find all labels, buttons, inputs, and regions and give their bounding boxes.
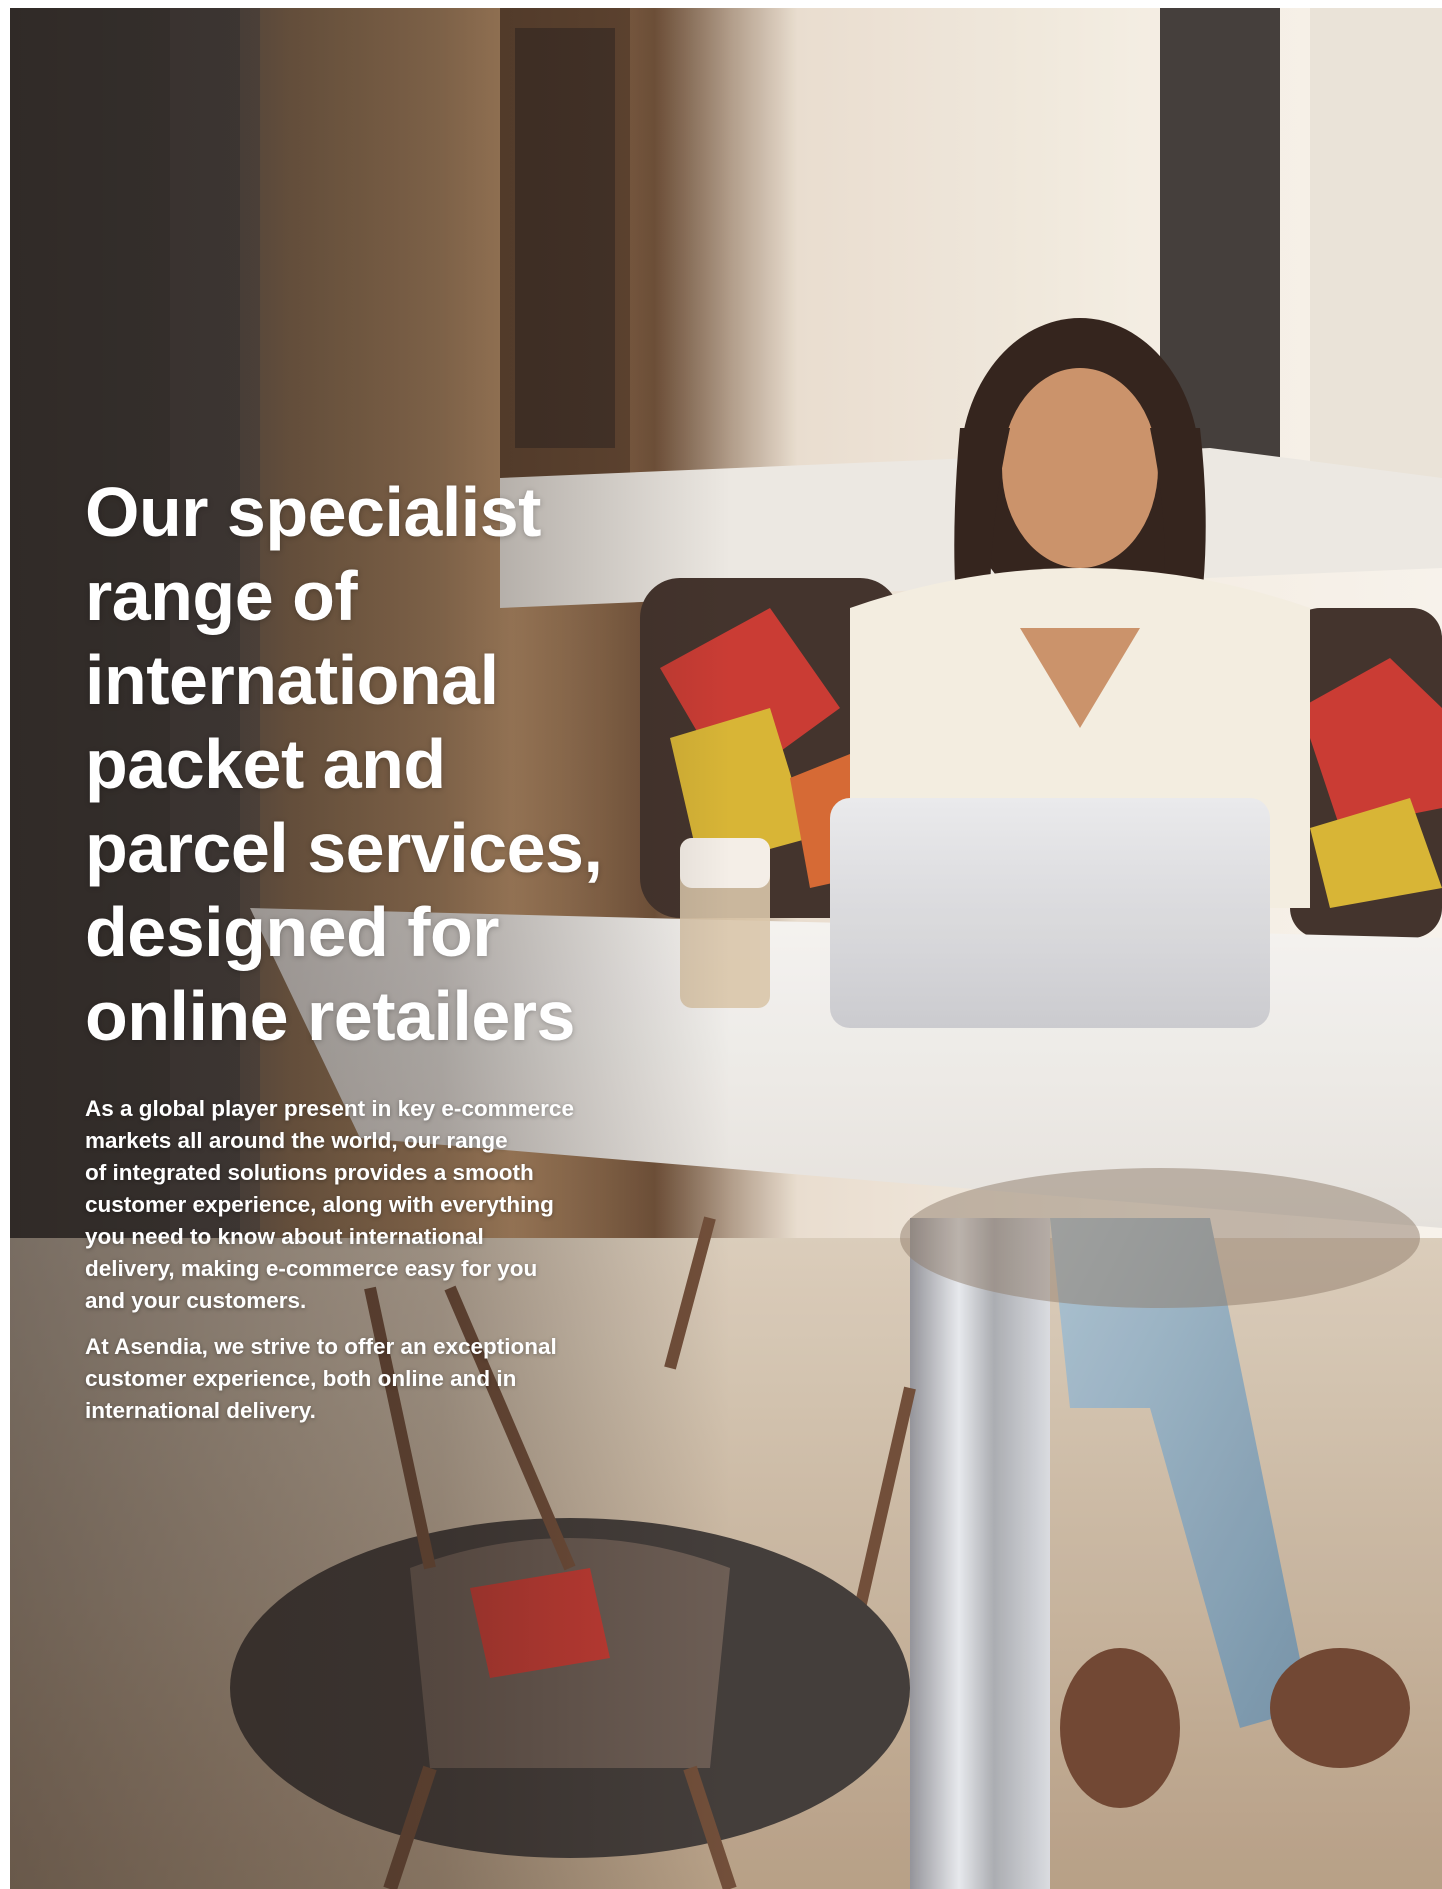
paragraph-line: of integrated solutions provides a smoot… xyxy=(85,1160,534,1185)
headline-line: Our specialist xyxy=(85,473,541,551)
headline-line: designed for xyxy=(85,893,500,971)
paragraph-line: At Asendia, we strive to offer an except… xyxy=(85,1334,557,1359)
paragraph-line: delivery, making e-commerce easy for you xyxy=(85,1256,538,1281)
brochure-page: Our specialist range of international pa… xyxy=(0,0,1442,1889)
headline-line: parcel services, xyxy=(85,809,603,887)
headline-line: packet and xyxy=(85,725,446,803)
paragraph-line: international delivery. xyxy=(85,1398,316,1423)
paragraph-line: and your customers. xyxy=(85,1288,307,1313)
intro-paragraph: As a global player present in key e-comm… xyxy=(85,1093,645,1317)
paragraph-line: markets all around the world, our range xyxy=(85,1128,508,1153)
paragraph-line: you need to know about international xyxy=(85,1224,484,1249)
page-headline: Our specialist range of international pa… xyxy=(85,470,725,1058)
body-copy: As a global player present in key e-comm… xyxy=(85,1093,645,1441)
paragraph-line: customer experience, along with everythi… xyxy=(85,1192,554,1217)
paragraph-line: customer experience, both online and in xyxy=(85,1366,517,1391)
paragraph-line: As a global player present in key e-comm… xyxy=(85,1096,574,1121)
mission-paragraph: At Asendia, we strive to offer an except… xyxy=(85,1331,645,1427)
headline-line: international xyxy=(85,641,499,719)
headline-line: online retailers xyxy=(85,977,575,1055)
headline-line: range of xyxy=(85,557,358,635)
